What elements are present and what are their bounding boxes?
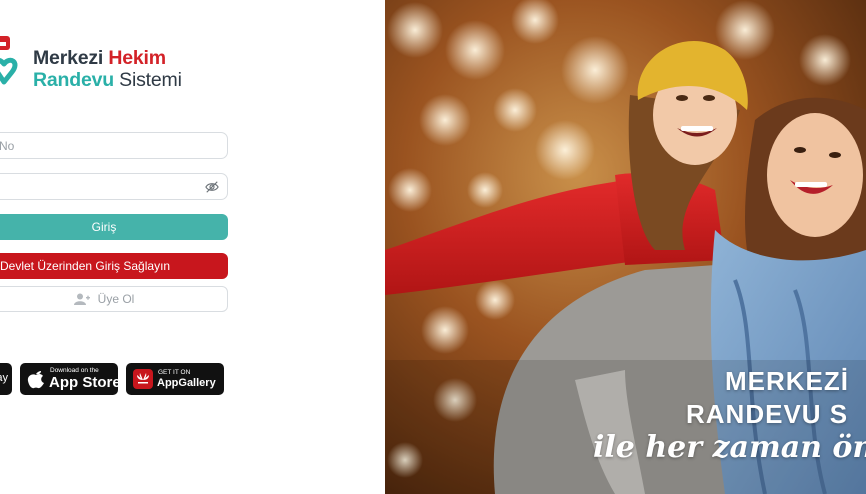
hero-title-line-1: MERKEZİ — [725, 366, 849, 396]
app-store-badge[interactable]: Download on the App Store — [20, 363, 121, 395]
login-button[interactable]: Giriş — [0, 214, 228, 240]
huawei-icon — [133, 369, 153, 389]
edevlet-login-button[interactable]: Devlet Üzerinden Giriş Sağlayın — [0, 253, 228, 279]
register-button-label: Üye Ol — [97, 292, 135, 306]
eye-off-icon[interactable] — [205, 180, 219, 194]
google-play-badge[interactable]: ay — [0, 363, 12, 395]
google-play-label: ay — [0, 372, 8, 384]
hero-title-line-2: RANDEVU S — [686, 399, 849, 429]
hero-caption: MERKEZİ RANDEVU S ile her zaman ön — [385, 0, 866, 494]
login-button-label: Giriş — [91, 220, 117, 234]
appgallery-badge[interactable]: GET IT ON AppGallery — [126, 363, 224, 395]
edevlet-button-label: Devlet Üzerinden Giriş Sağlayın — [0, 259, 171, 273]
login-page: Merkezi Hekim Randevu Sistemi Giriş Devl… — [0, 0, 866, 494]
register-button[interactable]: Üye Ol — [0, 286, 228, 312]
appgallery-small-text: GET IT ON — [158, 369, 191, 376]
brand-line-1: Merkezi Hekim — [33, 47, 166, 70]
brand-word-hekim: Hekim — [108, 47, 166, 69]
brand-line-2: Randevu Sistemi — [33, 69, 182, 92]
user-plus-icon — [73, 293, 90, 305]
hero-slogan: ile her zaman ön — [593, 430, 866, 465]
login-panel: Merkezi Hekim Randevu Sistemi Giriş Devl… — [0, 0, 385, 494]
apple-icon — [27, 371, 44, 389]
tc-number-input[interactable] — [0, 133, 181, 158]
hero-image-panel: MERKEZİ RANDEVU S ile her zaman ön — [385, 0, 866, 494]
app-store-big-text: App Store — [49, 374, 121, 391]
appgallery-big-text: AppGallery — [157, 377, 216, 389]
brand-word-sistemi: Sistemi — [119, 69, 182, 91]
tc-number-field[interactable] — [0, 132, 228, 159]
brand-word-merkezi: Merkezi — [33, 47, 109, 69]
password-field[interactable] — [0, 173, 228, 200]
heart-logo-icon — [0, 36, 18, 85]
app-store-small-text: Download on the — [50, 367, 99, 374]
brand-word-randevu: Randevu — [33, 69, 120, 91]
password-input[interactable] — [0, 174, 181, 199]
brand-logo: Merkezi Hekim Randevu Sistemi — [0, 34, 220, 104]
